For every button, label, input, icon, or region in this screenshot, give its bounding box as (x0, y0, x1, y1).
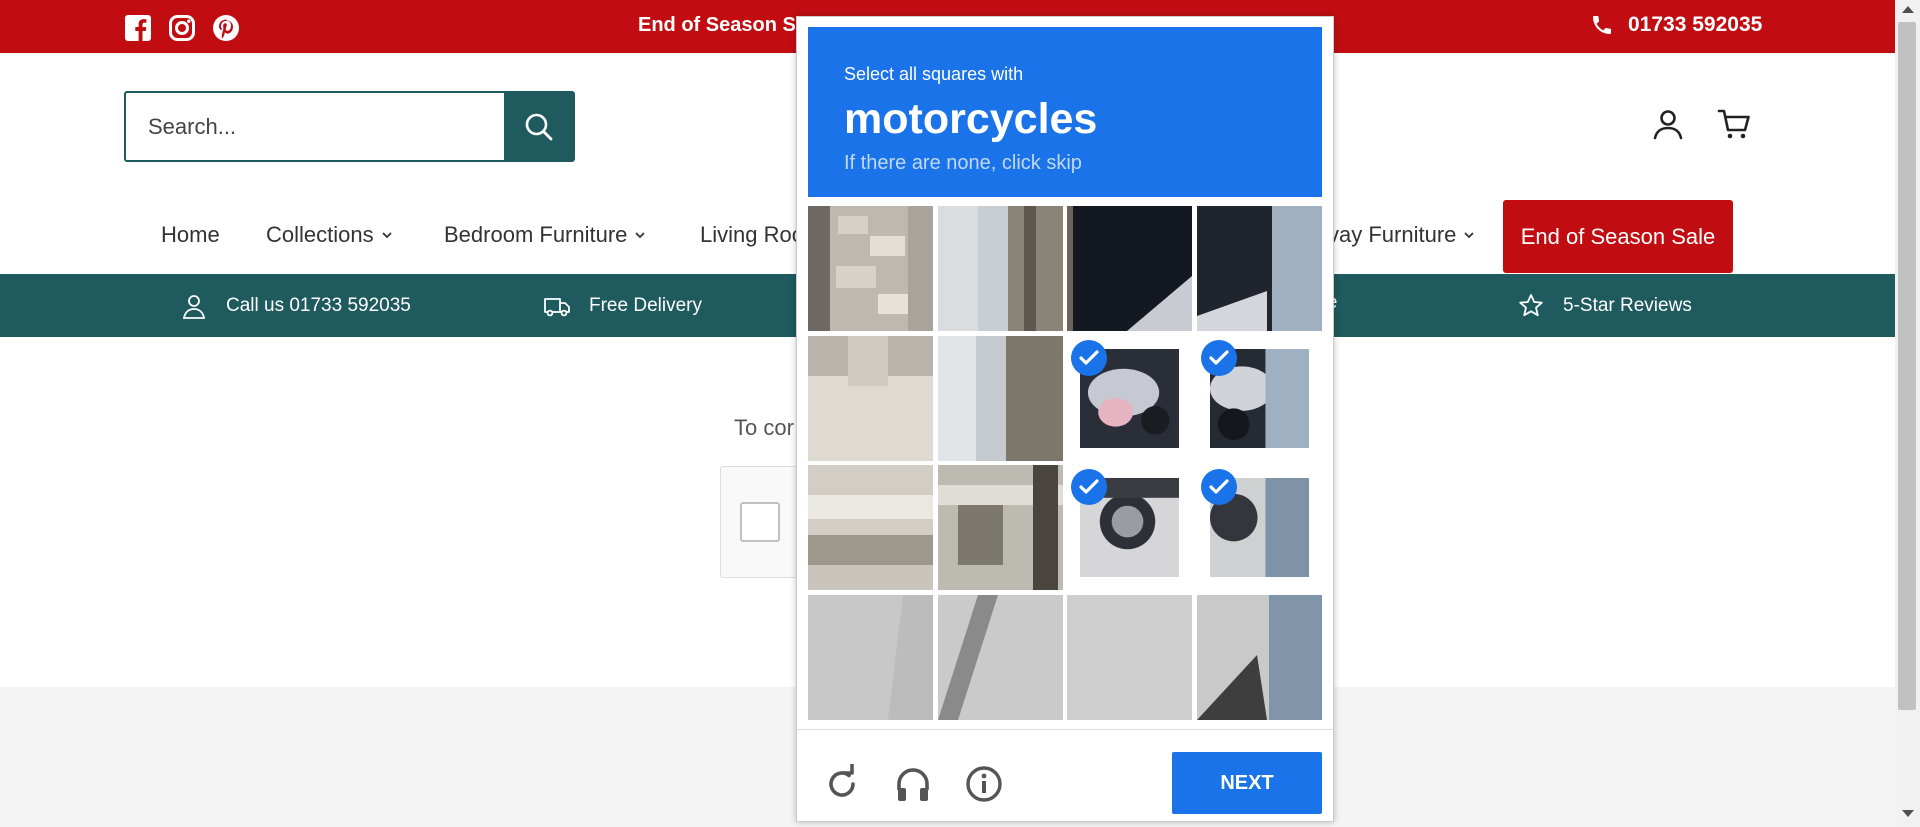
nav-home-label: Home (161, 222, 220, 247)
captcha-tile[interactable] (808, 206, 933, 331)
chevron-down-icon (635, 232, 646, 239)
captcha-tile[interactable] (938, 595, 1063, 720)
headphones-icon[interactable] (893, 764, 933, 804)
captcha-tile[interactable] (1197, 336, 1322, 461)
captcha-skip-hint: If there are none, click skip (844, 152, 1082, 174)
header-phone[interactable]: 01733 592035 (1590, 13, 1762, 37)
search-button[interactable] (504, 93, 573, 160)
scroll-up-arrow[interactable] (1902, 6, 1914, 13)
user-icon (182, 295, 206, 319)
captcha-tile[interactable] (938, 465, 1063, 590)
captcha-footer: NEXT (797, 729, 1333, 821)
verify-text: To cor (734, 415, 794, 440)
selected-check-icon (1071, 469, 1107, 505)
usp-delivery-label: Free Delivery (589, 295, 702, 316)
pinterest-icon[interactable] (212, 14, 240, 42)
usp-reviews: 5-Star Reviews (1517, 292, 1692, 320)
nav-hallway-furniture[interactable]: vay Furniture (1328, 222, 1476, 248)
captcha-tile[interactable] (808, 336, 933, 461)
phone-number: 01733 592035 (1628, 13, 1763, 36)
instagram-icon[interactable] (168, 14, 196, 42)
recaptcha-checkbox[interactable] (740, 502, 780, 542)
nav-living-label: Living Roo (700, 222, 804, 247)
next-button[interactable]: NEXT (1172, 752, 1322, 814)
chevron-down-icon (1464, 232, 1475, 239)
usp-call-label: Call us 01733 592035 (226, 295, 411, 316)
star-icon (1519, 294, 1543, 317)
nav-living-room[interactable]: Living Roo (700, 222, 804, 248)
social-links (124, 14, 240, 42)
scroll-down-arrow[interactable] (1902, 810, 1914, 817)
selected-check-icon (1201, 469, 1237, 505)
truck-icon (544, 298, 570, 317)
facebook-icon[interactable] (124, 14, 152, 42)
phone-icon (1593, 16, 1611, 34)
header-actions (1650, 106, 1752, 142)
sale-button[interactable]: End of Season Sale (1503, 200, 1733, 273)
nav-hallway-label: vay Furniture (1328, 222, 1457, 247)
captcha-tile[interactable] (1067, 206, 1192, 331)
search-input[interactable] (126, 93, 504, 160)
captcha-grid (808, 206, 1323, 720)
captcha-tile[interactable] (1197, 465, 1322, 590)
chevron-down-icon (381, 232, 392, 239)
usp-call: Call us 01733 592035 (180, 292, 411, 320)
scroll-thumb[interactable] (1898, 22, 1916, 710)
captcha-tile[interactable] (1067, 336, 1192, 461)
nav-home[interactable]: Home (161, 222, 220, 248)
captcha-header: Select all squares with motorcycles If t… (808, 27, 1322, 197)
nav-bedroom-label: Bedroom Furniture (444, 222, 628, 247)
captcha-tile[interactable] (1197, 206, 1322, 331)
promo-text[interactable]: End of Season Sa (638, 14, 807, 37)
scrollbar[interactable] (1895, 0, 1920, 827)
nav-collections-label: Collections (266, 222, 374, 247)
search-bar (124, 91, 575, 162)
captcha-object: motorcycles (844, 95, 1098, 143)
usp-delivery: Free Delivery (543, 292, 702, 320)
captcha-tile[interactable] (938, 336, 1063, 461)
captcha-challenge: Select all squares with motorcycles If t… (796, 16, 1334, 822)
cart-icon[interactable] (1716, 106, 1752, 142)
captcha-tile[interactable] (938, 206, 1063, 331)
selected-check-icon (1201, 340, 1237, 376)
selected-check-icon (1071, 340, 1107, 376)
reload-icon[interactable] (822, 763, 862, 804)
captcha-tile[interactable] (1067, 595, 1192, 720)
captcha-tile[interactable] (808, 595, 933, 720)
captcha-tile[interactable] (808, 465, 933, 590)
search-icon (525, 113, 552, 140)
account-icon[interactable] (1650, 106, 1686, 142)
info-icon[interactable] (964, 764, 1004, 804)
nav-bedroom-furniture[interactable]: Bedroom Furniture (444, 222, 647, 248)
nav-collections[interactable]: Collections (266, 222, 394, 248)
captcha-instruction: Select all squares with (844, 64, 1024, 84)
captcha-tile[interactable] (1067, 465, 1192, 590)
usp-reviews-label: 5-Star Reviews (1563, 295, 1692, 316)
captcha-tile[interactable] (1197, 595, 1322, 720)
